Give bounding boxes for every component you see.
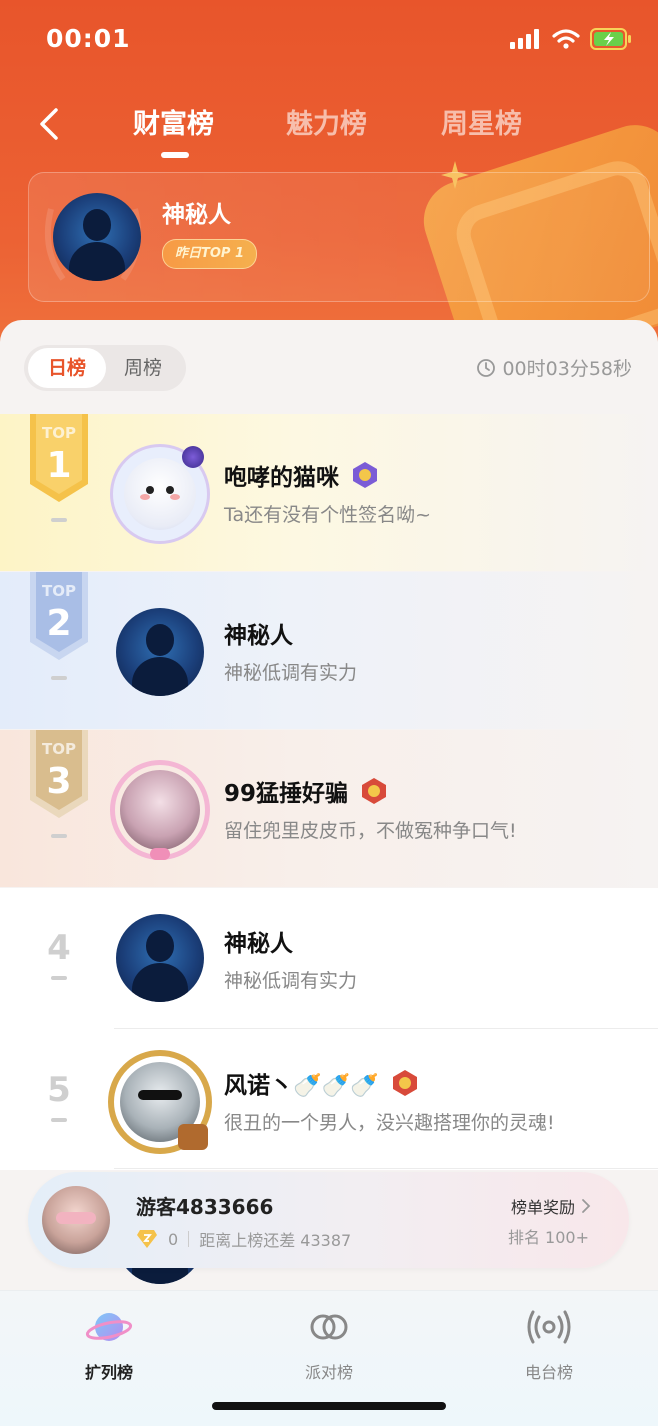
top-user-name: 神秘人 bbox=[162, 202, 231, 228]
row-divider bbox=[114, 1028, 658, 1029]
user-name-row: 风诺丶🍼🍼🍼 bbox=[224, 1066, 419, 1100]
period-daily[interactable]: 日榜 bbox=[28, 348, 106, 388]
radio-broadcast-icon bbox=[527, 1310, 571, 1344]
user-signature: 留住兜里皮皮币，不做冤种争口气! bbox=[224, 820, 517, 842]
home-indicator bbox=[212, 1402, 446, 1410]
my-ranking-card[interactable]: 游客4833666 0 距离上榜还差 43387 榜单奖励 排名 100+ bbox=[28, 1172, 629, 1268]
reward-label: 榜单奖励 bbox=[510, 1198, 575, 1217]
medal-label: TOP bbox=[42, 582, 76, 600]
avatar[interactable] bbox=[116, 914, 204, 1002]
my-coins: 0 bbox=[168, 1229, 179, 1249]
tab-weekly-star[interactable]: 周星榜 bbox=[441, 102, 522, 141]
top-nav: 财富榜 魅力榜 周星榜 bbox=[0, 96, 658, 166]
user-signature: Ta还有没有个性签名呦~ bbox=[224, 504, 432, 526]
user-name-row: 99猛捶好骗 bbox=[224, 774, 388, 808]
meta-divider bbox=[188, 1231, 190, 1247]
bronze-medal-icon: TOP 3 bbox=[30, 730, 88, 818]
period-toggle: 日榜 周榜 bbox=[24, 345, 186, 391]
user-name-row: 神秘人 bbox=[224, 924, 293, 958]
user-name: 风诺丶🍼🍼🍼 bbox=[224, 1073, 379, 1099]
nav-label: 扩列榜 bbox=[84, 1363, 133, 1382]
rank-change-dash bbox=[51, 976, 67, 980]
countdown-timer: 00时03分58秒 bbox=[476, 354, 632, 381]
clock-icon bbox=[477, 358, 496, 377]
level-badge-icon bbox=[362, 778, 387, 804]
status-time: 00:01 bbox=[46, 24, 131, 53]
rank-number: 5 bbox=[47, 1070, 71, 1110]
diamond-coin-icon bbox=[137, 1230, 157, 1248]
rank-number: 4 bbox=[47, 928, 71, 968]
reward-link[interactable]: 榜单奖励 bbox=[511, 1194, 591, 1218]
status-icons bbox=[510, 28, 632, 50]
nav-item-party[interactable]: 派对榜 bbox=[269, 1305, 389, 1383]
yesterday-top-badge: 昨日TOP 1 bbox=[162, 239, 258, 269]
ranking-row[interactable]: 4 神秘人 神秘低调有实力 bbox=[0, 888, 658, 1045]
avatar[interactable] bbox=[53, 193, 141, 281]
avatar[interactable] bbox=[110, 444, 210, 544]
user-name-row: 神秘人 bbox=[224, 616, 293, 650]
avatar[interactable] bbox=[108, 1050, 212, 1154]
avatar[interactable] bbox=[110, 760, 210, 860]
planet-icon bbox=[85, 1313, 133, 1341]
ranking-row[interactable]: TOP 1 咆哮的猫咪 Ta还有没有个性签名呦~ bbox=[0, 414, 658, 571]
yesterday-top-card[interactable]: 神秘人 昨日TOP 1 bbox=[28, 172, 650, 302]
level-badge-icon bbox=[353, 462, 377, 488]
nav-label: 电台榜 bbox=[524, 1363, 573, 1382]
cellular-signal-icon bbox=[510, 29, 539, 49]
ranking-row[interactable]: TOP 2 神秘人 神秘低调有实力 bbox=[0, 572, 658, 729]
medal-label: TOP bbox=[42, 740, 76, 758]
avatar[interactable] bbox=[116, 608, 204, 696]
rank-number: 1 bbox=[46, 445, 71, 486]
nav-label: 派对榜 bbox=[304, 1363, 353, 1382]
rank-number: 2 bbox=[46, 603, 71, 644]
user-name: 神秘人 bbox=[224, 931, 293, 957]
row-divider bbox=[114, 1168, 658, 1169]
link-rings-icon bbox=[310, 1314, 348, 1340]
user-name: 咆哮的猫咪 bbox=[224, 465, 339, 491]
ranking-row[interactable]: 5 风诺丶🍼🍼🍼 很丑的一个男人，没兴趣搭理你的灵魂! bbox=[0, 1030, 658, 1170]
avatar[interactable] bbox=[42, 1186, 110, 1254]
wifi-icon bbox=[552, 29, 580, 49]
rank-change-dash bbox=[51, 676, 67, 680]
nav-item-expand[interactable]: 扩列榜 bbox=[49, 1305, 169, 1383]
period-weekly[interactable]: 周榜 bbox=[104, 348, 182, 388]
my-meta: 0 距离上榜还差 43387 bbox=[136, 1227, 351, 1251]
user-signature: 神秘低调有实力 bbox=[224, 662, 358, 684]
rank-change-dash bbox=[51, 834, 67, 838]
silver-medal-icon: TOP 2 bbox=[30, 572, 88, 660]
countdown-text: 00时03分58秒 bbox=[502, 358, 632, 380]
rank-number: 3 bbox=[46, 761, 71, 802]
level-badge-icon bbox=[392, 1070, 417, 1096]
user-signature: 很丑的一个男人，没兴趣搭理你的灵魂! bbox=[224, 1112, 555, 1134]
my-rank: 排名 100+ bbox=[507, 1228, 589, 1247]
rank-change-dash bbox=[51, 518, 67, 522]
nav-item-radio[interactable]: 电台榜 bbox=[489, 1305, 609, 1383]
gap-to-board: 距离上榜还差 43387 bbox=[199, 1231, 352, 1250]
user-signature: 神秘低调有实力 bbox=[224, 970, 358, 992]
medal-label: TOP bbox=[42, 424, 76, 442]
ranking-row[interactable]: TOP 3 99猛捶好骗 留住兜里皮皮币，不做冤种争口气! bbox=[0, 730, 658, 887]
back-arrow-icon[interactable] bbox=[32, 104, 68, 144]
chevron-right-icon bbox=[582, 1199, 591, 1213]
tab-charm[interactable]: 魅力榜 bbox=[286, 102, 367, 141]
status-bar: 00:01 bbox=[0, 0, 658, 80]
rank-change-dash bbox=[51, 1118, 67, 1122]
tab-wealth[interactable]: 财富榜 bbox=[133, 102, 214, 141]
active-tab-indicator bbox=[161, 152, 189, 158]
my-user-name: 游客4833666 bbox=[136, 1195, 274, 1219]
battery-charging-icon bbox=[590, 28, 631, 50]
user-name: 神秘人 bbox=[224, 623, 293, 649]
user-name-row: 咆哮的猫咪 bbox=[224, 458, 379, 492]
gold-medal-icon: TOP 1 bbox=[30, 414, 88, 502]
user-name: 99猛捶好骗 bbox=[224, 781, 349, 807]
